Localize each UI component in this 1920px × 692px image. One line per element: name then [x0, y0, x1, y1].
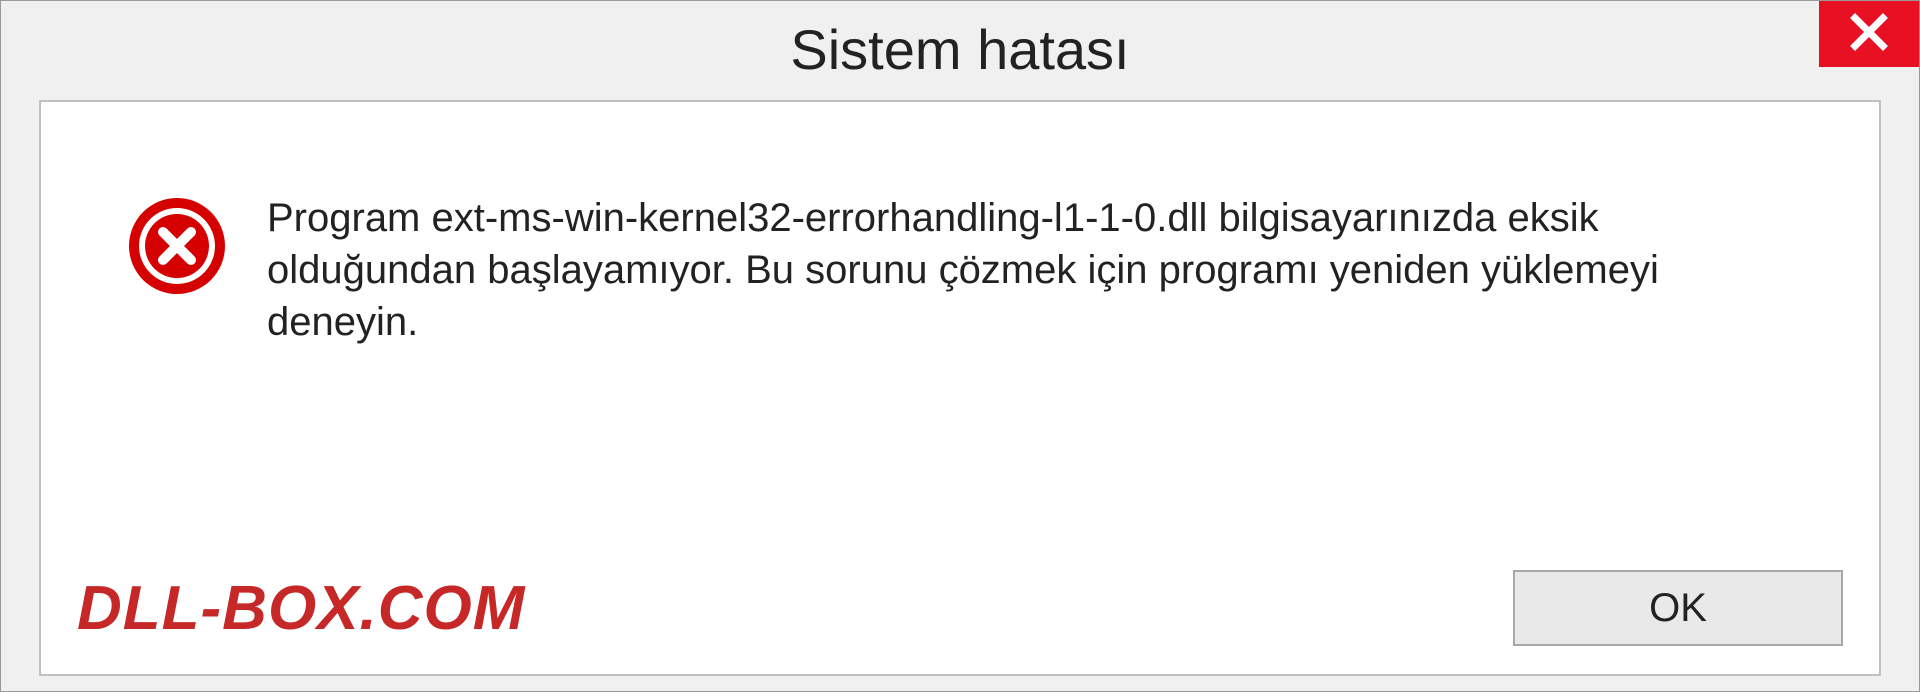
close-button[interactable] — [1819, 1, 1919, 67]
message-row: Program ext-ms-win-kernel32-errorhandlin… — [41, 102, 1879, 348]
ok-button[interactable]: OK — [1513, 570, 1843, 646]
error-icon — [127, 196, 227, 296]
dialog-footer: DLL-BOX.COM OK — [41, 570, 1879, 646]
error-dialog: Sistem hatası Program ext-ms-wi — [0, 0, 1920, 692]
dialog-title: Sistem hatası — [790, 17, 1129, 82]
close-icon — [1848, 11, 1890, 58]
titlebar: Sistem hatası — [1, 1, 1919, 97]
dialog-content: Program ext-ms-win-kernel32-errorhandlin… — [39, 100, 1881, 676]
dialog-message: Program ext-ms-win-kernel32-errorhandlin… — [267, 192, 1807, 348]
brand-watermark: DLL-BOX.COM — [77, 573, 525, 644]
